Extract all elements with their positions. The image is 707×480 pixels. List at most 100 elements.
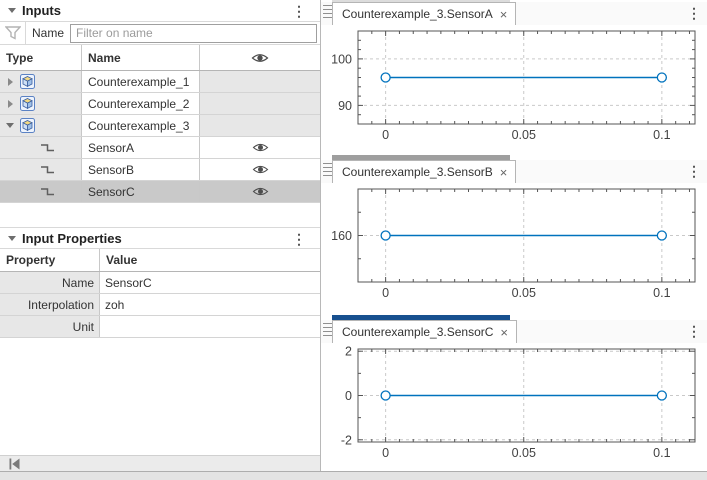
- x-tick-label: 0.05: [512, 446, 536, 460]
- property-column-header: Property: [0, 249, 100, 271]
- skip-to-start-icon[interactable]: [8, 458, 21, 470]
- eye-icon[interactable]: [252, 142, 269, 153]
- close-tab-icon[interactable]: ×: [500, 8, 508, 21]
- properties-table-header: Property Value: [0, 249, 320, 272]
- horizontal-scrollbar[interactable]: [0, 455, 320, 471]
- visibility-cell[interactable]: [200, 137, 320, 158]
- input-name-cell[interactable]: Counterexample_2: [82, 93, 200, 114]
- chart-svg: 00.050.1-202: [321, 343, 707, 471]
- panel-grip-icon[interactable]: [323, 5, 332, 18]
- property-value[interactable]: zoh: [100, 294, 320, 315]
- signal-step-icon: [40, 142, 55, 153]
- x-tick-label: 0: [382, 128, 389, 142]
- properties-kebab-icon[interactable]: ⋮: [292, 229, 306, 249]
- property-value[interactable]: SensorC: [100, 272, 320, 293]
- visibility-cell[interactable]: [200, 115, 320, 136]
- property-name: Unit: [0, 316, 100, 337]
- property-row-Unit: Unit: [0, 316, 320, 338]
- input-row-Counterexample_3[interactable]: Counterexample_3: [0, 115, 320, 137]
- property-row-Name: NameSensorC: [0, 272, 320, 294]
- visibility-cell[interactable]: [200, 93, 320, 114]
- input-row-Counterexample_2[interactable]: Counterexample_2: [0, 93, 320, 115]
- bus-cube-icon: [20, 74, 35, 89]
- visibility-cell[interactable]: [200, 181, 320, 202]
- input-row-SensorB[interactable]: SensorB: [0, 159, 320, 181]
- properties-table-body: NameSensorCInterpolationzohUnit: [0, 272, 320, 338]
- figure-tab-Counterexample_3.SensorB[interactable]: Counterexample_3.SensorB ×: [332, 160, 516, 183]
- figure-tab-label: Counterexample_3.SensorC: [342, 325, 493, 339]
- input-name-cell[interactable]: Counterexample_1: [82, 71, 200, 92]
- input-properties-title: Input Properties: [22, 231, 122, 246]
- y-tick-label: 2: [345, 345, 352, 359]
- figure-tab-Counterexample_3.SensorA[interactable]: Counterexample_3.SensorA ×: [332, 2, 516, 25]
- bus-cube-icon: [20, 118, 35, 133]
- signal-step-icon: [40, 164, 55, 175]
- collapse-section-icon[interactable]: [8, 8, 16, 13]
- name-column-header: Name: [82, 45, 200, 70]
- visibility-column-header: [200, 45, 320, 70]
- eye-icon[interactable]: [252, 186, 269, 197]
- collapsed-arrow-icon[interactable]: [8, 100, 13, 108]
- eye-icon[interactable]: [252, 164, 269, 175]
- collapse-section-icon[interactable]: [8, 236, 16, 241]
- visibility-cell[interactable]: [200, 71, 320, 92]
- input-row-SensorA[interactable]: SensorA: [0, 137, 320, 159]
- input-name-cell[interactable]: Counterexample_3: [82, 115, 200, 136]
- data-point-marker[interactable]: [381, 73, 390, 82]
- plot-area[interactable]: 00.050.190100: [321, 25, 707, 153]
- y-tick-label: 100: [331, 52, 352, 66]
- figure-kebab-icon[interactable]: ⋮: [687, 323, 701, 340]
- funnel-icon: [5, 26, 21, 40]
- value-column-header: Value: [100, 249, 320, 271]
- close-tab-icon[interactable]: ×: [500, 326, 508, 339]
- property-value[interactable]: [100, 316, 320, 337]
- x-tick-label: 0.05: [512, 286, 536, 300]
- x-tick-label: 0.05: [512, 128, 536, 142]
- figure-kebab-icon[interactable]: ⋮: [687, 5, 701, 22]
- chart-svg: 00.050.190100: [321, 25, 707, 153]
- data-point-marker[interactable]: [657, 391, 666, 400]
- bottom-cutoff-strip: [0, 471, 707, 480]
- figure-tab-label: Counterexample_3.SensorA: [342, 7, 493, 21]
- figure-tab-Counterexample_3.SensorC[interactable]: Counterexample_3.SensorC ×: [332, 320, 517, 343]
- figure-tab-label: Counterexample_3.SensorB: [342, 165, 493, 179]
- input-row-SensorC[interactable]: SensorC: [0, 181, 320, 203]
- figure-kebab-icon[interactable]: ⋮: [687, 163, 701, 180]
- filter-label: Name: [32, 26, 64, 40]
- filter-button[interactable]: [0, 22, 26, 45]
- input-row-Counterexample_1[interactable]: Counterexample_1: [0, 71, 320, 93]
- inputs-kebab-icon[interactable]: ⋮: [292, 1, 306, 21]
- visibility-cell[interactable]: [200, 159, 320, 180]
- plot-area[interactable]: 00.050.1160: [321, 183, 707, 313]
- x-tick-label: 0.1: [653, 446, 670, 460]
- data-point-marker[interactable]: [381, 231, 390, 240]
- eye-icon: [251, 52, 269, 64]
- inputs-section-header: Inputs ⋮: [0, 0, 320, 22]
- chart-svg: 00.050.1160: [321, 183, 707, 313]
- collapsed-arrow-icon[interactable]: [8, 78, 13, 86]
- panel-grip-icon[interactable]: [323, 163, 332, 176]
- figure-panel-Counterexample_3.SensorC: Counterexample_3.SensorC×⋮00.050.1-202: [321, 315, 707, 471]
- data-point-marker[interactable]: [657, 73, 666, 82]
- inputs-title: Inputs: [22, 3, 61, 18]
- close-tab-icon[interactable]: ×: [500, 166, 508, 179]
- y-tick-label: 90: [338, 99, 352, 113]
- x-tick-label: 0: [382, 286, 389, 300]
- filter-input[interactable]: [70, 24, 317, 43]
- input-properties-section-header: Input Properties ⋮: [0, 227, 320, 249]
- data-point-marker[interactable]: [381, 391, 390, 400]
- plot-area[interactable]: 00.050.1-202: [321, 343, 707, 471]
- input-name-cell[interactable]: SensorC: [82, 181, 200, 202]
- panel-grip-icon[interactable]: [323, 323, 332, 336]
- y-tick-label: 160: [331, 229, 352, 243]
- data-point-marker[interactable]: [657, 231, 666, 240]
- inputs-panel: Inputs ⋮ Name Type Name Counterexample_1: [0, 0, 321, 471]
- expanded-arrow-icon[interactable]: [6, 123, 14, 128]
- property-row-Interpolation: Interpolationzoh: [0, 294, 320, 316]
- signal-step-icon: [40, 186, 55, 197]
- x-tick-label: 0: [382, 446, 389, 460]
- input-name-cell[interactable]: SensorB: [82, 159, 200, 180]
- figure-panel-Counterexample_3.SensorA: Counterexample_3.SensorA×⋮00.050.190100: [321, 0, 707, 153]
- input-name-cell[interactable]: SensorA: [82, 137, 200, 158]
- property-name: Interpolation: [0, 294, 100, 315]
